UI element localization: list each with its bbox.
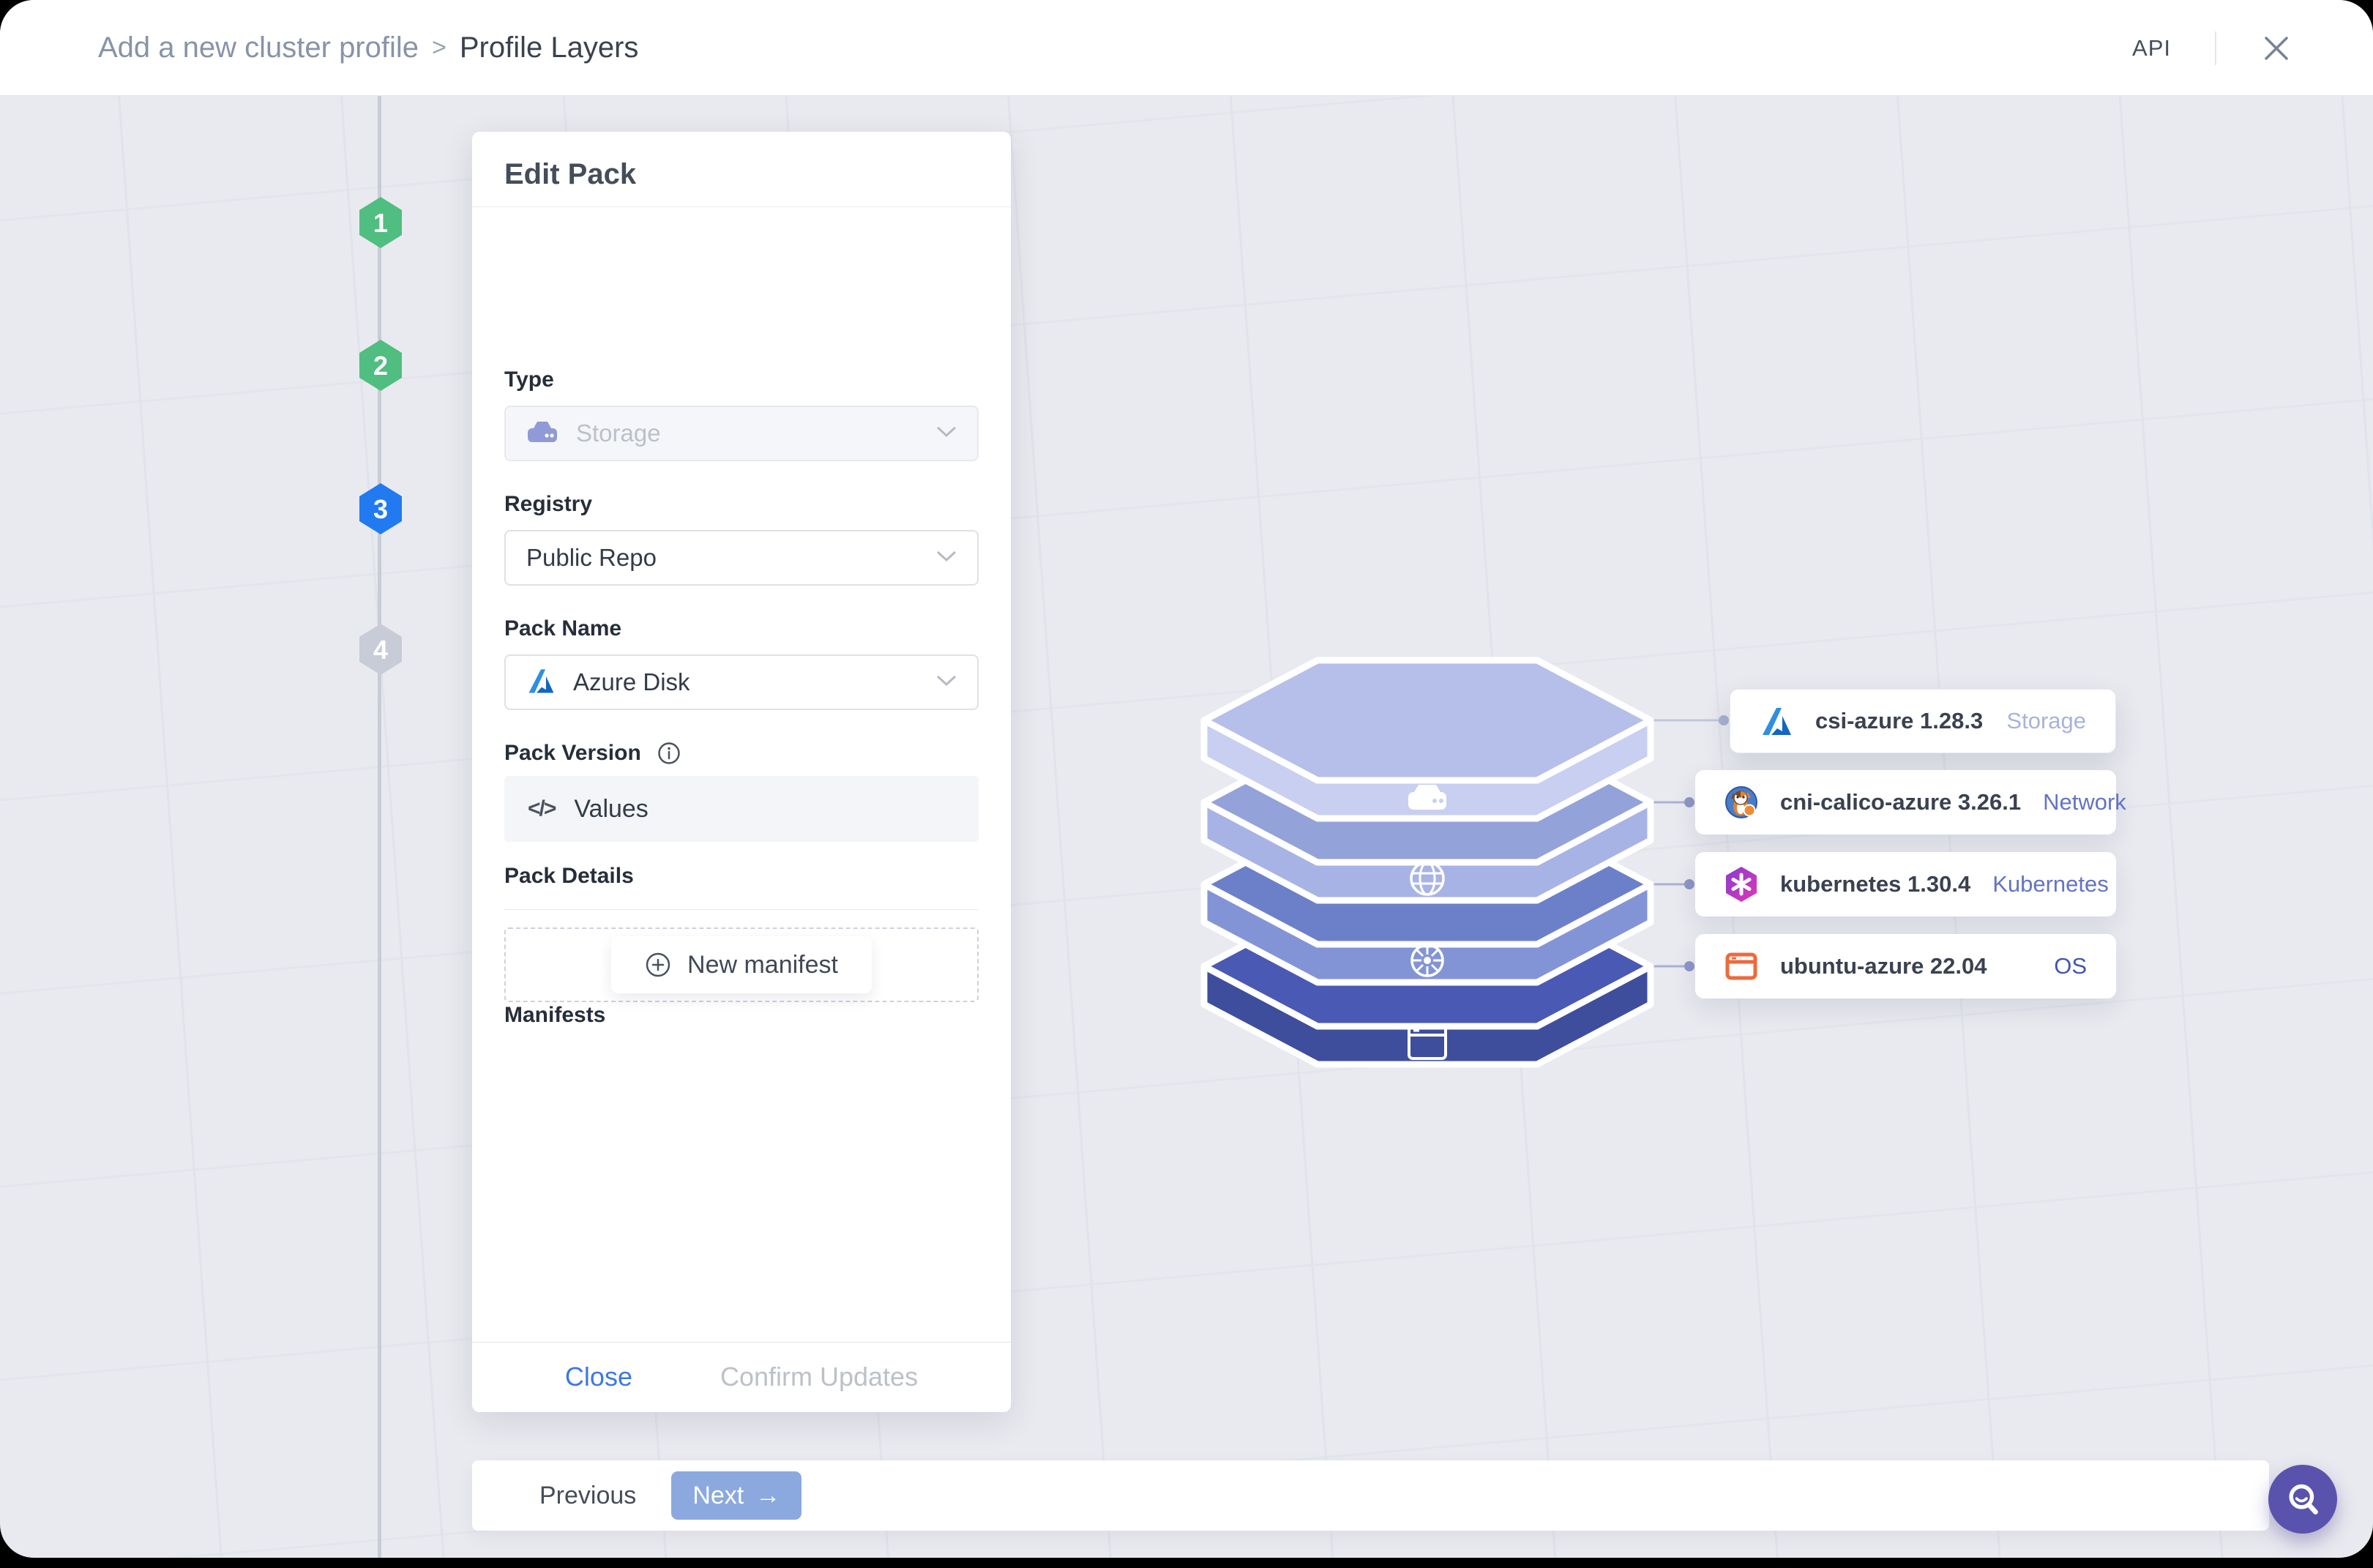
breadcrumb: Add a new cluster profile > Profile Laye…: [98, 0, 638, 96]
chevron-down-icon: [936, 675, 957, 690]
pack-version-field-label-row: Pack Version: [504, 741, 681, 766]
calico-cat-icon: [1724, 785, 1758, 819]
manifests-dropzone: New manifest: [504, 927, 979, 1002]
panel-footer: Close Confirm Updates: [472, 1342, 1011, 1412]
close-icon[interactable]: [2260, 32, 2292, 64]
registry-select-value: Public Repo: [526, 544, 657, 571]
arrow-right-icon: →: [755, 1481, 781, 1509]
pack-card-name: kubernetes 1.30.4: [1780, 871, 1971, 897]
pack-card-name: csi-azure 1.28.3: [1815, 708, 1984, 733]
header-actions: API: [2132, 0, 2292, 96]
next-button-label: Next: [692, 1481, 744, 1509]
chevron-down-icon: [936, 426, 957, 441]
kubernetes-wheel-icon: [1410, 944, 1444, 977]
header: Add a new cluster profile > Profile Laye…: [0, 0, 2373, 96]
pack-details-label: Pack Details: [504, 864, 634, 888]
pack-card-name: cni-calico-azure 3.26.1: [1780, 789, 2022, 815]
ubuntu-window-icon: [1724, 949, 1758, 983]
pack-card-category: Kubernetes: [1992, 871, 2109, 897]
type-select[interactable]: Storage: [504, 406, 979, 461]
new-manifest-button-label: New manifest: [687, 950, 838, 979]
api-button[interactable]: API: [2132, 35, 2171, 61]
svg-text:1: 1: [373, 208, 388, 238]
next-button[interactable]: Next →: [671, 1471, 802, 1520]
pack-card-storage[interactable]: csi-azure 1.28.3 Storage: [1730, 689, 2116, 753]
search-fab-button[interactable]: [2268, 1465, 2337, 1534]
registry-field-label: Registry: [504, 492, 593, 516]
previous-button[interactable]: Previous: [539, 1482, 636, 1510]
step-badge-complete: 2: [356, 338, 405, 392]
page-title: Profile Layers: [459, 31, 639, 64]
kubernetes-hex-icon: [1724, 866, 1758, 903]
pack-card-network[interactable]: cni-calico-azure 3.26.1 Network: [1695, 770, 2126, 835]
confirm-updates-button[interactable]: Confirm Updates: [720, 1362, 918, 1392]
type-select-value: Storage: [576, 419, 661, 447]
pack-card-kubernetes[interactable]: kubernetes 1.30.4 Kubernetes: [1695, 852, 2116, 916]
chevron-down-icon: [936, 550, 957, 566]
wizard-bottom-bar: Previous Next →: [472, 1460, 2269, 1531]
stack-layer-storage[interactable]: [1200, 657, 1654, 822]
edit-pack-title: Edit Pack: [504, 158, 637, 190]
close-button[interactable]: Close: [565, 1362, 632, 1392]
pack-card-name: ubuntu-azure 22.04: [1780, 953, 1987, 979]
azure-logo: [1760, 704, 1793, 738]
manifests-label: Manifests: [504, 1003, 606, 1027]
storage-drive-icon: [526, 419, 558, 448]
pack-version-field-label: Pack Version: [504, 741, 641, 765]
edit-pack-panel: Edit Pack Type Storage Registry Public R…: [472, 132, 1011, 1412]
pack-card-category: OS: [2054, 953, 2087, 979]
pack-name-field-label: Pack Name: [504, 616, 622, 641]
search-smile-icon: [2277, 1474, 2328, 1525]
app-window: Add a new cluster profile > Profile Laye…: [0, 0, 2373, 1558]
step-badge-complete: 1: [356, 195, 405, 250]
panel-divider: [472, 206, 1011, 207]
breadcrumb-parent-link[interactable]: Add a new cluster profile: [98, 31, 419, 64]
type-field-label: Type: [504, 367, 554, 392]
header-divider: [2215, 31, 2216, 65]
step-badge-active: 3: [356, 482, 405, 536]
manifests-divider: [504, 909, 979, 910]
pack-card-category: Storage: [2006, 708, 2086, 733]
code-icon: </>: [528, 796, 556, 821]
stepper-connector-line: [378, 96, 381, 1558]
pack-card-os[interactable]: ubuntu-azure 22.04 OS: [1695, 934, 2116, 998]
plus-circle-icon: [645, 952, 671, 978]
svg-text:3: 3: [373, 494, 388, 524]
info-icon[interactable]: [657, 742, 681, 765]
pack-name-select[interactable]: Azure Disk: [504, 654, 979, 710]
values-button[interactable]: </> Values: [504, 776, 979, 842]
svg-text:4: 4: [373, 635, 388, 665]
new-manifest-button[interactable]: New manifest: [611, 936, 872, 993]
step-badge-upcoming: 4: [356, 622, 405, 676]
svg-text:2: 2: [373, 351, 388, 381]
pack-card-category: Network: [2043, 789, 2126, 815]
values-button-label: Values: [574, 794, 649, 823]
azure-logo: [526, 666, 556, 699]
registry-select[interactable]: Public Repo: [504, 530, 979, 586]
pack-name-select-value: Azure Disk: [573, 668, 690, 695]
breadcrumb-separator: >: [432, 34, 446, 61]
